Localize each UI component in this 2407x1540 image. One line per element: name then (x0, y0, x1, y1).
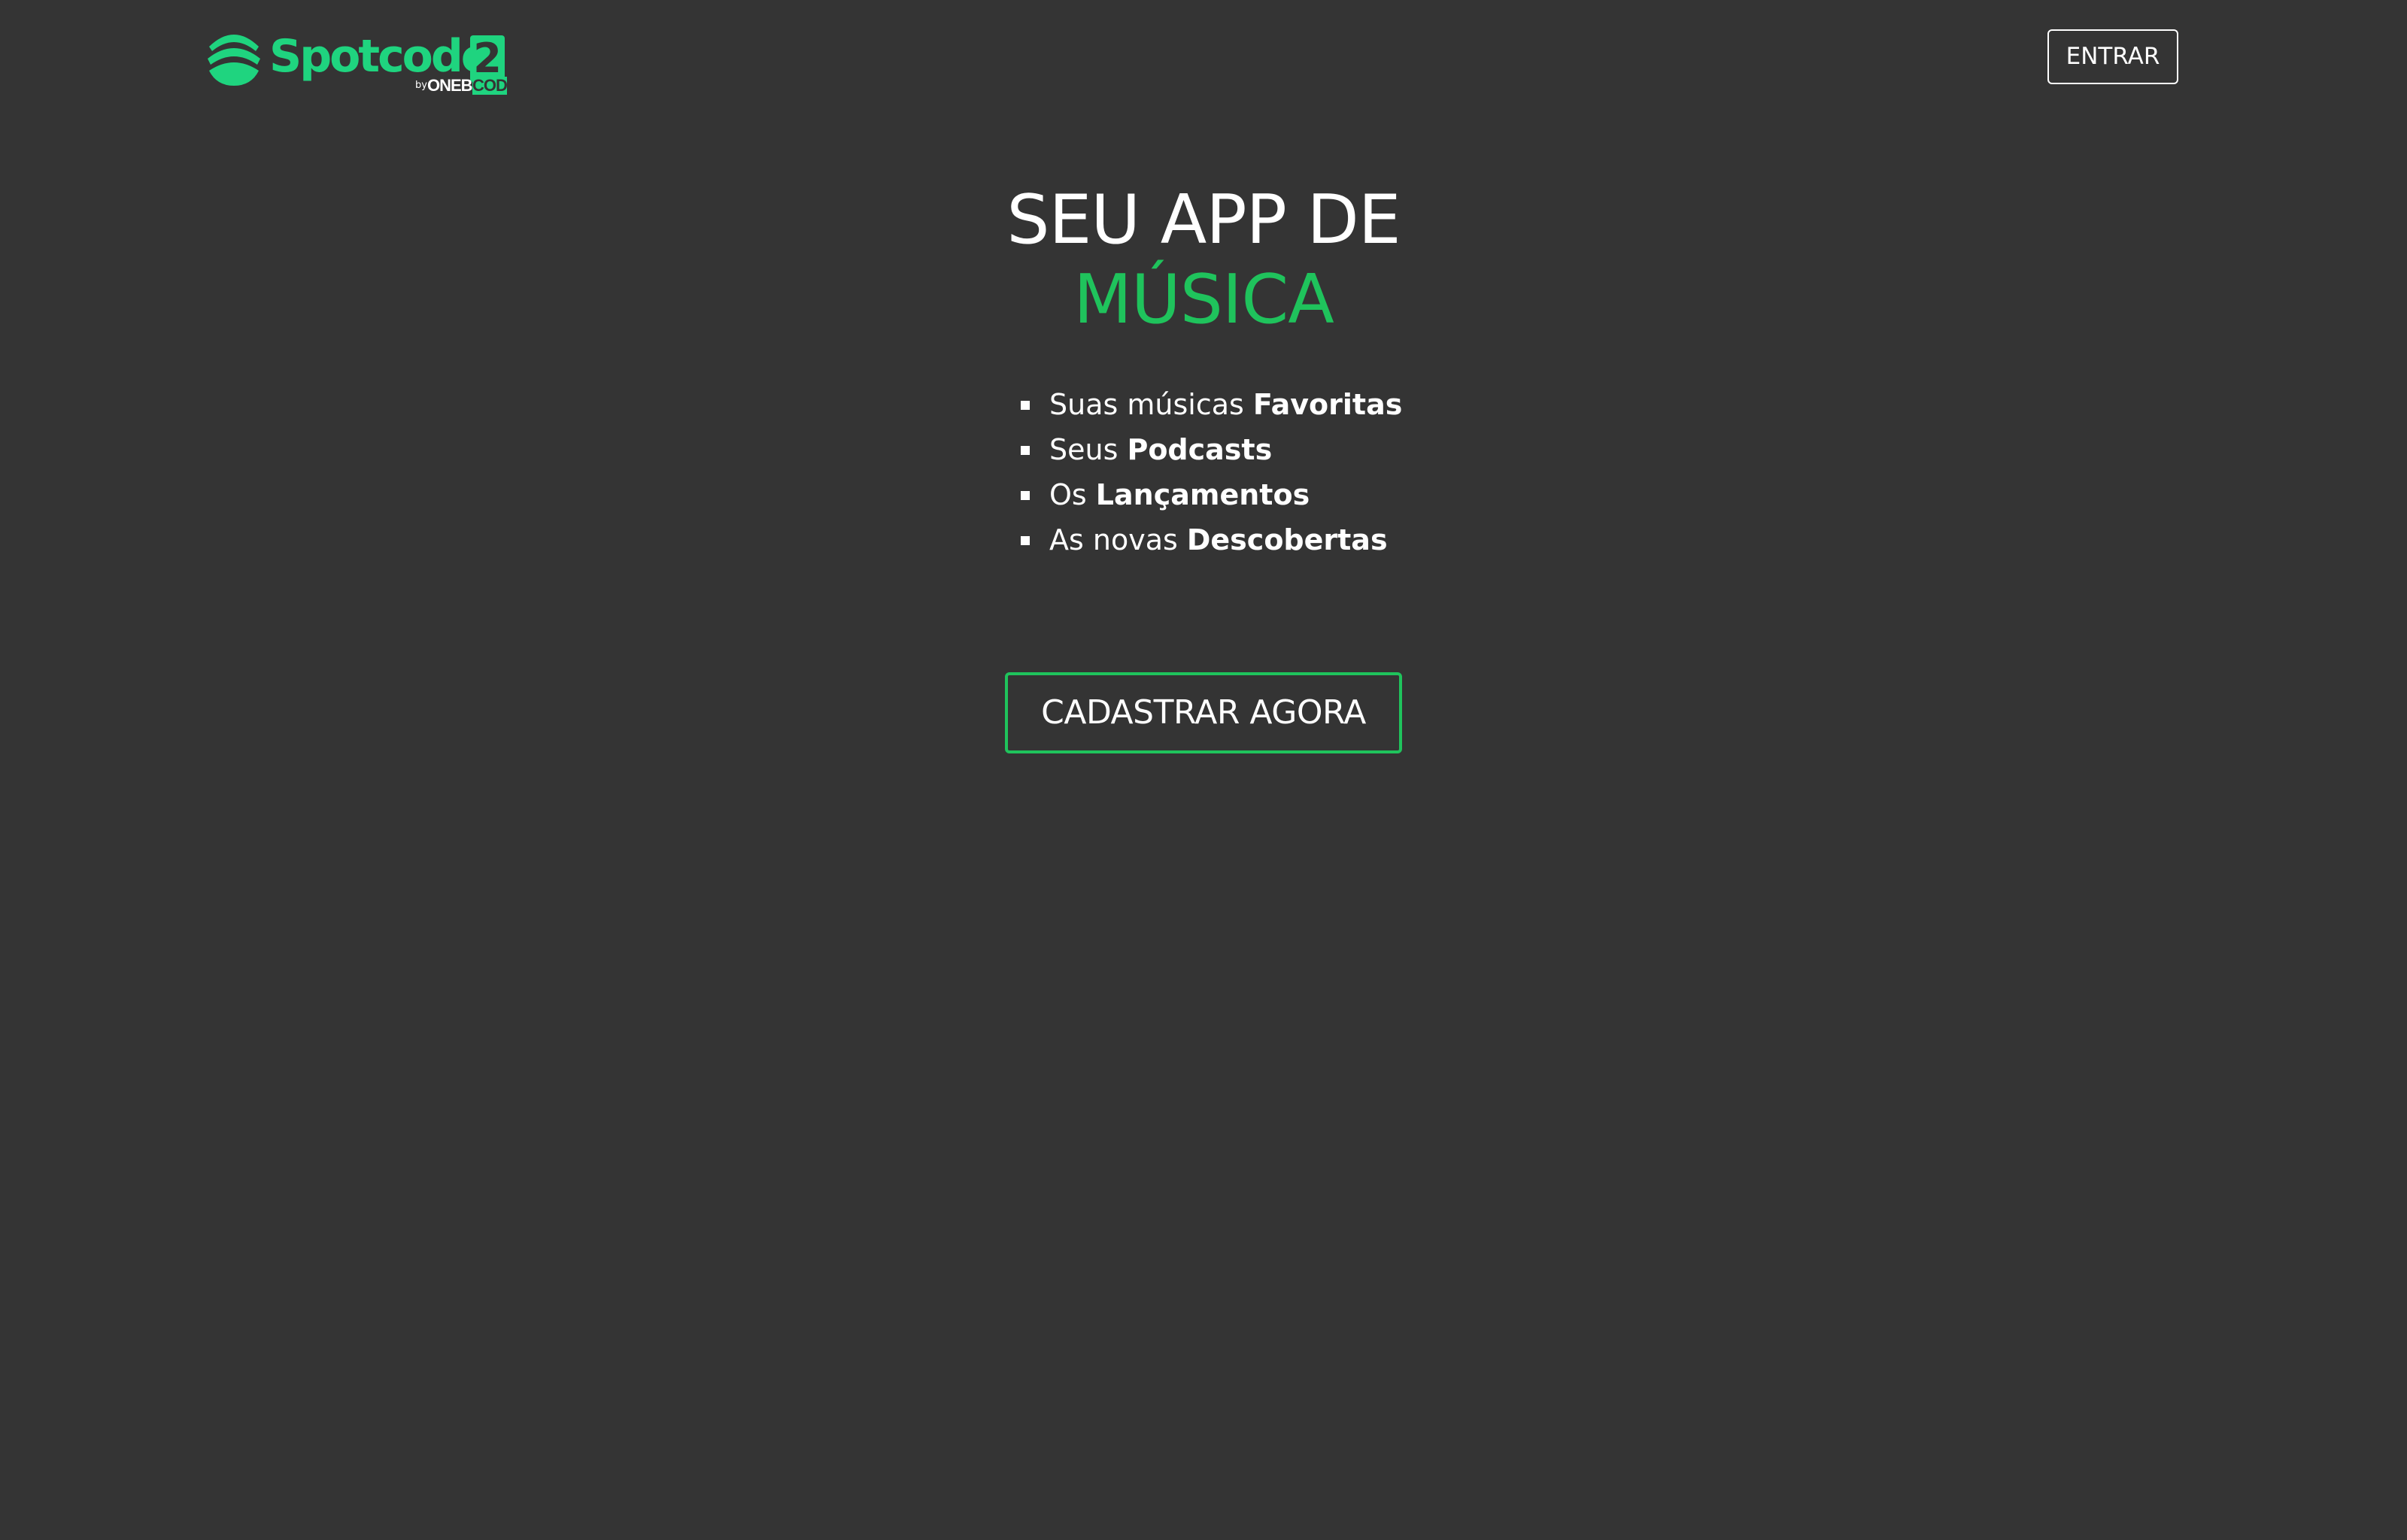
square-bullet-icon (1021, 536, 1030, 545)
landing-page: Spotcode 2 by ONEBIT CODE ENTRAR SEU APP… (0, 0, 2407, 1540)
logo-by-text: by (415, 80, 427, 91)
feature-text: Seus (1049, 433, 1128, 466)
feature-text: As novas (1049, 523, 1187, 556)
logo-badge: 2 (470, 35, 505, 82)
feature-item: Suas músicas Favoritas (1021, 382, 1472, 427)
feature-item: Seus Podcasts (1021, 427, 1472, 472)
signup-now-button[interactable]: CADASTRAR AGORA (1005, 672, 1402, 753)
feature-highlight: Favoritas (1252, 388, 1403, 421)
feature-list: Suas músicas Favoritas Seus Podcasts Os … (1021, 382, 1472, 562)
spotcode-logo-icon (206, 29, 262, 86)
feature-highlight: Lançamentos (1095, 478, 1310, 511)
square-bullet-icon (1021, 446, 1030, 455)
feature-item: Os Lançamentos (1021, 472, 1472, 517)
login-button[interactable]: ENTRAR (2047, 29, 2178, 84)
square-bullet-icon (1021, 491, 1030, 500)
feature-text: Os (1049, 478, 1096, 511)
feature-highlight: Descobertas (1186, 523, 1388, 556)
logo-sub-brand-accent: CODE (472, 76, 518, 95)
site-header: Spotcode 2 by ONEBIT CODE ENTRAR (0, 0, 2407, 120)
hero-section: SEU APP DE MÚSICA (0, 180, 2407, 340)
feature-item: As novas Descobertas (1021, 517, 1472, 562)
square-bullet-icon (1021, 401, 1030, 410)
spotcode-logo[interactable]: Spotcode 2 by ONEBIT CODE (206, 29, 518, 96)
logo-wordmark: Spotcode (269, 30, 491, 83)
hero-title-line: SEU APP DE (1006, 180, 1401, 259)
hero-title: SEU APP DE MÚSICA (0, 180, 2407, 340)
feature-text: Suas músicas (1049, 388, 1253, 421)
feature-highlight: Podcasts (1127, 433, 1273, 466)
hero-title-accent: MÚSICA (1073, 260, 1334, 339)
